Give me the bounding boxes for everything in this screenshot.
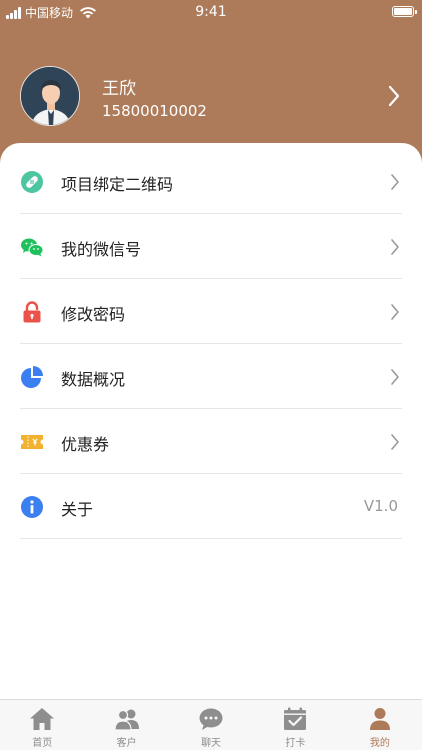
tab-label: 首页 — [32, 738, 53, 749]
tab-bar: 首页 客户 聊天 打卡 我的 — [0, 699, 422, 750]
ticket-icon — [21, 435, 43, 449]
chevron-right-icon — [391, 174, 399, 190]
menu-item-coupons[interactable]: 优惠券 — [20, 409, 402, 474]
chevron-right-icon — [391, 239, 399, 255]
bandage-icon — [21, 171, 43, 193]
menu-item-label: 项目绑定二维码 — [61, 175, 174, 194]
menu-item-wechat[interactable]: 我的微信号 — [20, 214, 402, 279]
avatar — [20, 66, 80, 126]
chevron-right-icon — [391, 369, 399, 385]
lock-icon — [23, 301, 41, 323]
tab-customers[interactable]: 客户 — [84, 700, 168, 750]
tab-checkin[interactable]: 打卡 — [253, 700, 337, 750]
chevron-right-icon — [391, 434, 399, 450]
tab-label: 打卡 — [285, 738, 306, 749]
version-value: V1.0 — [363, 497, 398, 515]
checkin-icon — [284, 707, 307, 730]
menu-item-label: 我的微信号 — [61, 240, 142, 259]
pie-chart-icon — [21, 366, 43, 388]
menu-item-label: 关于 — [61, 500, 94, 519]
users-icon — [114, 709, 139, 731]
home-icon — [30, 708, 55, 730]
chevron-right-icon — [388, 85, 400, 107]
tab-mine[interactable]: 我的 — [338, 700, 422, 750]
tab-label: 聊天 — [201, 738, 222, 749]
menu-item-label: 修改密码 — [61, 305, 126, 324]
menu-item-qrcode[interactable]: 项目绑定二维码 — [20, 149, 402, 214]
tab-label: 客户 — [116, 738, 137, 749]
wechat-icon — [21, 238, 44, 257]
status-time: 9:41 — [195, 4, 227, 20]
status-bar: 中国移动 9:41 — [0, 0, 422, 24]
menu-card: 项目绑定二维码 我的微信号 修改密码 数据概况 优惠券 关于 V1.0 — [0, 143, 422, 699]
info-icon — [21, 496, 43, 518]
user-name: 王欣 — [102, 79, 136, 99]
battery-icon — [392, 6, 417, 17]
settings-menu: 项目绑定二维码 我的微信号 修改密码 数据概况 优惠券 关于 V1.0 — [20, 149, 402, 539]
chat-icon — [199, 708, 223, 730]
tab-chat[interactable]: 聊天 — [169, 700, 253, 750]
user-phone: 15800010002 — [102, 102, 207, 120]
menu-item-password[interactable]: 修改密码 — [20, 279, 402, 344]
chevron-right-icon — [391, 304, 399, 320]
tab-label: 我的 — [369, 738, 390, 749]
menu-item-label: 优惠券 — [61, 435, 110, 454]
profile-icon — [369, 708, 390, 730]
profile-row[interactable]: 王欣 15800010002 — [20, 66, 402, 128]
menu-item-data-overview[interactable]: 数据概况 — [20, 344, 402, 409]
avatar-icon — [21, 67, 79, 125]
tab-home[interactable]: 首页 — [0, 700, 84, 750]
menu-item-label: 数据概况 — [61, 370, 126, 389]
menu-item-about[interactable]: 关于 V1.0 — [20, 474, 402, 539]
